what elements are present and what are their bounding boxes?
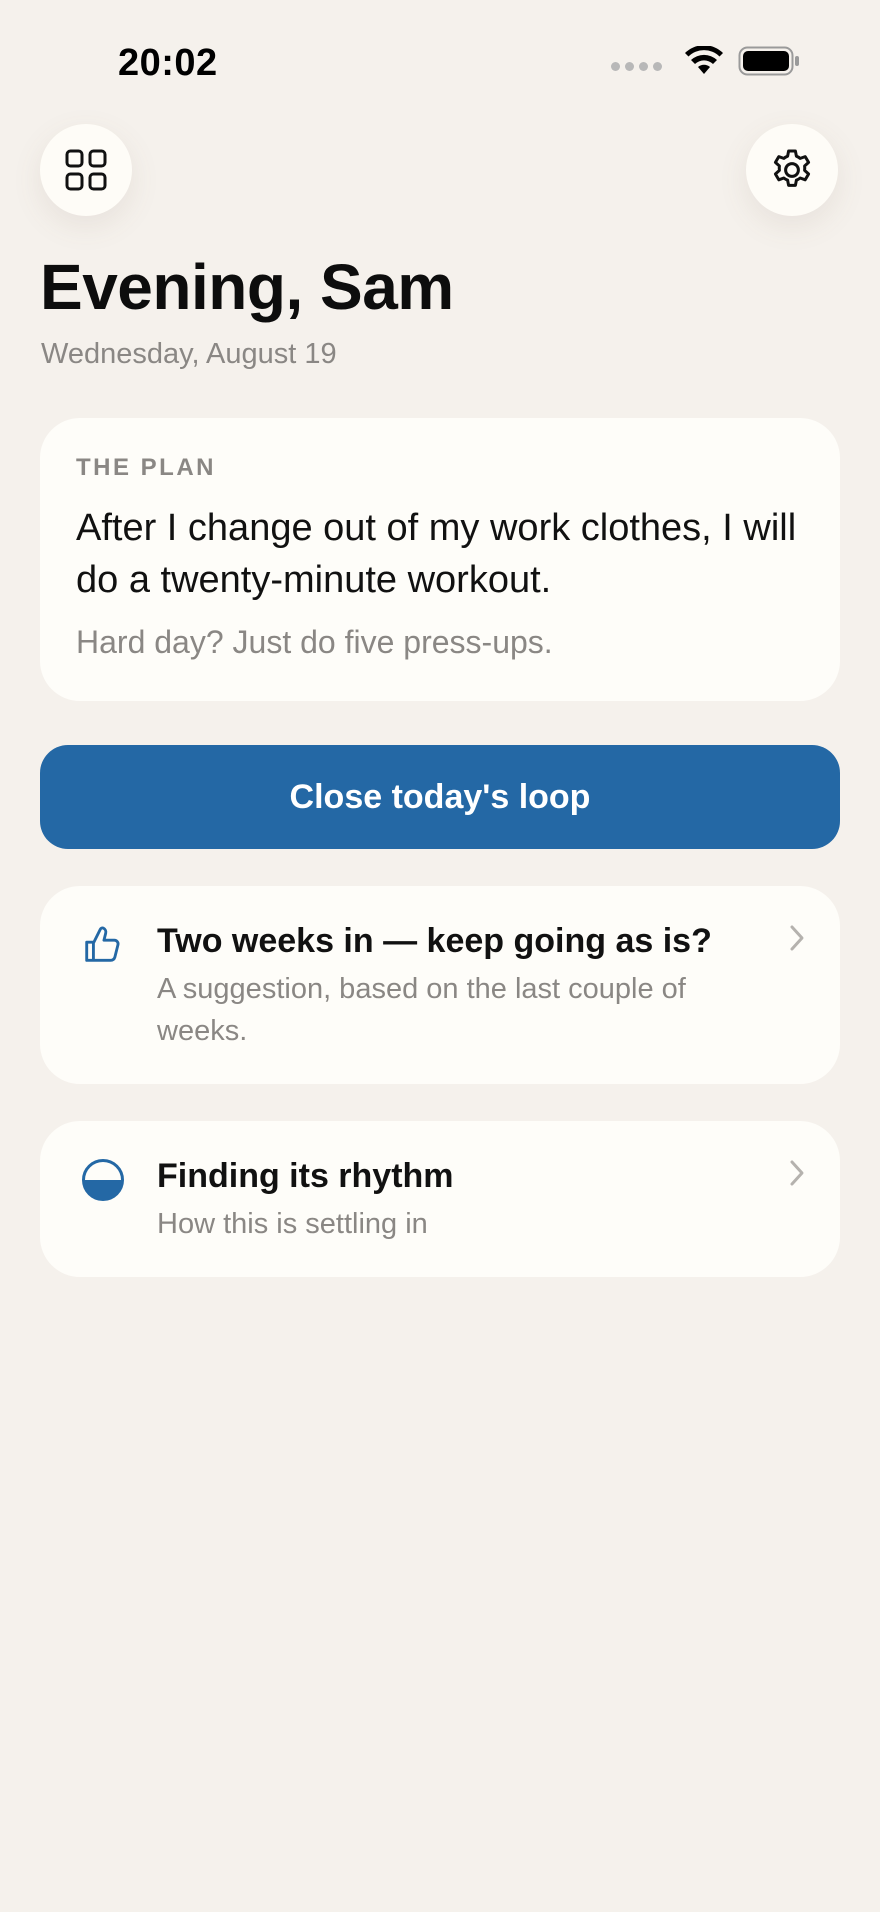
plan-label: THE PLAN — [76, 454, 216, 481]
date-subtitle: Wednesday, August 19 — [41, 338, 337, 370]
app-screen: 20:02 Evening, Sam Wednesday, August 19 … — [0, 0, 880, 1912]
suggestion-subtitle: A suggestion, based on the last couple o… — [157, 973, 686, 1047]
settings-button[interactable] — [746, 124, 838, 216]
status-bar: 20:02 — [0, 0, 880, 120]
cellular-signal-icon — [611, 61, 662, 71]
rhythm-card[interactable]: Finding its rhythm How this is settling … — [40, 1121, 840, 1277]
suggestion-title: Two weeks in — keep going as is? — [157, 922, 712, 960]
status-icons — [611, 46, 800, 76]
suggestion-card[interactable]: Two weeks in — keep going as is? A sugge… — [40, 886, 840, 1084]
battery-icon — [738, 46, 799, 76]
plan-card: THE PLAN After I change out of my work c… — [40, 418, 840, 701]
chevron-right-icon — [782, 923, 812, 953]
close-loop-button[interactable]: Close today's loop — [40, 745, 840, 849]
grid-menu-button[interactable] — [40, 124, 132, 216]
wifi-icon — [685, 46, 723, 74]
plan-text: After I change out of my work clothes, I… — [76, 507, 797, 601]
chevron-right-icon — [782, 1158, 812, 1188]
plan-fallback: Hard day? Just do five press-ups. — [76, 624, 553, 660]
thumbs-up-icon — [78, 920, 128, 970]
page-title: Evening, Sam — [40, 251, 454, 323]
status-time: 20:02 — [118, 42, 218, 84]
half-circle-icon — [78, 1155, 128, 1205]
gear-icon — [773, 149, 811, 187]
rhythm-title: Finding its rhythm — [157, 1157, 454, 1195]
grid-icon — [65, 149, 107, 191]
rhythm-subtitle: How this is settling in — [157, 1208, 428, 1240]
